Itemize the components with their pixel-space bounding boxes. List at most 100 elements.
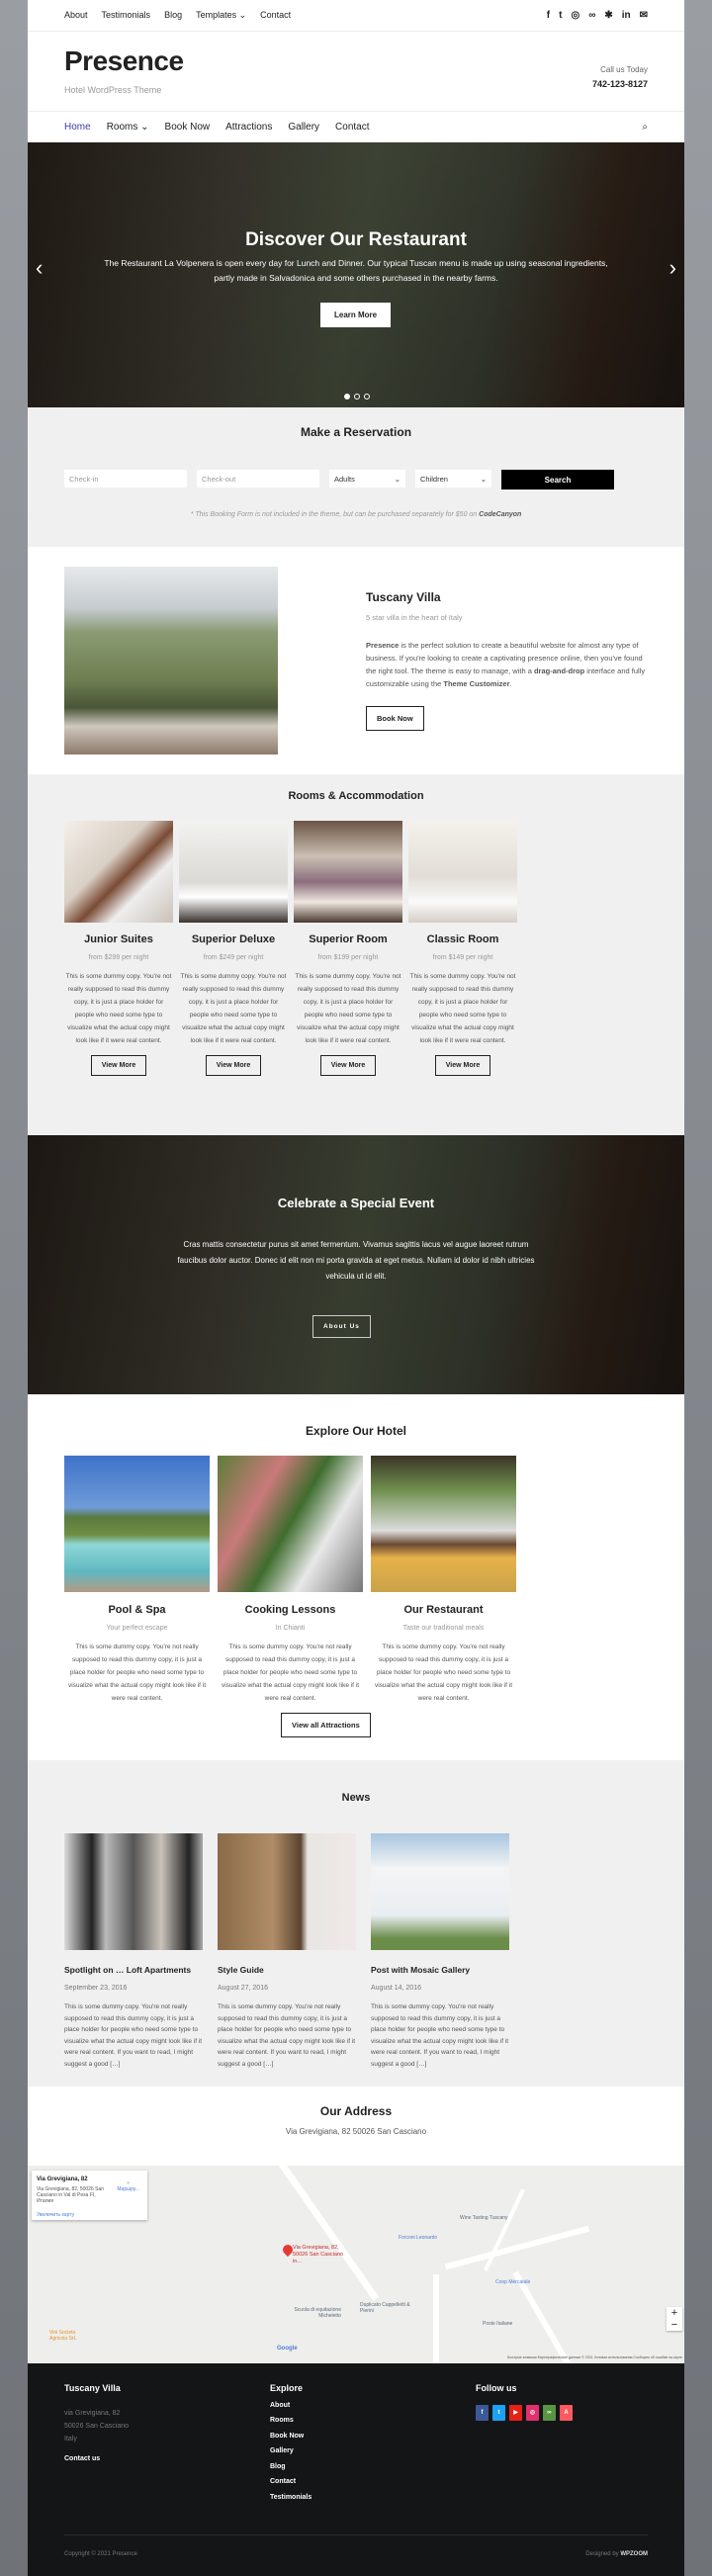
room-image[interactable] [294, 821, 402, 923]
news-image[interactable] [371, 1833, 509, 1950]
footer-link-about[interactable]: About [270, 2402, 312, 2409]
poi[interactable]: Coop Mercatale [495, 2279, 530, 2285]
slide-dot[interactable] [354, 394, 360, 400]
topbar-link-about[interactable]: About [64, 10, 88, 20]
room-description: This is some dummy copy. You're not real… [180, 973, 287, 1044]
contact-us-link[interactable]: Contact us [64, 2455, 129, 2462]
search-button[interactable]: Search [501, 470, 614, 489]
room-image[interactable] [179, 821, 288, 923]
adults-select[interactable]: Adults ⌄ [329, 470, 405, 488]
twitter-icon[interactable]: t [559, 10, 562, 21]
news-section: News Spotlight on … Loft Apartments Septe… [28, 1760, 684, 2087]
footer-link-blog[interactable]: Blog [270, 2463, 312, 2470]
children-select[interactable]: Children ⌄ [415, 470, 491, 488]
footer-link-contact[interactable]: Contact [270, 2478, 312, 2485]
topbar-link-blog[interactable]: Blog [164, 10, 182, 20]
slide-dot[interactable] [364, 394, 370, 400]
news-title[interactable]: Spotlight on … Loft Apartments [64, 1965, 203, 1975]
news-image[interactable] [64, 1833, 203, 1950]
attraction-name[interactable]: Cooking Lessons [218, 1604, 363, 1616]
next-arrow-icon[interactable]: › [669, 255, 676, 281]
poi[interactable]: Poste Italiane [483, 2321, 512, 2327]
nav-item-attractions[interactable]: Attractions [225, 122, 272, 133]
news-title[interactable]: Post with Mosaic Gallery [371, 1965, 509, 1975]
nav-item-book-now[interactable]: Book Now [165, 122, 211, 133]
checkout-input[interactable]: Check-out [197, 470, 319, 488]
attraction-description: This is some dummy copy. You're not real… [67, 1643, 207, 1702]
nav-item-contact[interactable]: Contact [335, 122, 369, 133]
book-now-button[interactable]: Book Now [366, 706, 424, 731]
attraction-name[interactable]: Our Restaurant [371, 1604, 516, 1616]
search-icon[interactable]: ⌕ [642, 122, 648, 133]
villa-text: Presence is the perfect solution to crea… [366, 639, 648, 690]
about-us-button[interactable]: About Us [312, 1315, 371, 1338]
children-value: Children [420, 474, 448, 484]
footer-link-book-now[interactable]: Book Now [270, 2433, 312, 2440]
zoom-in-icon[interactable]: + [667, 2307, 682, 2319]
instagram-icon[interactable]: ◎ [526, 2405, 539, 2421]
view-more-button[interactable]: View More [319, 1055, 377, 1076]
view-more-button[interactable]: View More [90, 1055, 147, 1076]
twitter-icon[interactable]: t [492, 2405, 505, 2421]
poi[interactable]: Vini Societa Agricola SrL [49, 2330, 89, 2342]
email-icon[interactable]: ✉ [640, 10, 648, 21]
attraction-name[interactable]: Pool & Spa [64, 1604, 210, 1616]
tripadvisor-icon[interactable]: ∞ [588, 10, 595, 21]
map[interactable]: Via Grevigiana, 82 Via Grevigiana, 82, 5… [28, 2166, 684, 2363]
view-more-button[interactable]: View More [434, 1055, 491, 1076]
zoom-out-icon[interactable]: − [667, 2319, 682, 2331]
yelp-icon[interactable]: ✱ [604, 10, 612, 21]
facebook-icon[interactable]: f [476, 2405, 489, 2421]
poi[interactable]: Scuola di equitazione Micheletto [287, 2307, 341, 2319]
attraction-image[interactable] [218, 1456, 363, 1592]
footer: Tuscany Villa via Grevigiana, 82 50026 Sa… [28, 2363, 684, 2576]
view-more-button[interactable]: View More [205, 1055, 262, 1076]
designer-link[interactable]: WPZOOM [620, 2551, 648, 2557]
nav-item-rooms[interactable]: Rooms ⌄ [107, 122, 149, 133]
room-name[interactable]: Superior Deluxe [179, 933, 288, 945]
footer-link-rooms[interactable]: Rooms [270, 2417, 312, 2424]
nav-item-home[interactable]: Home [64, 122, 91, 133]
prev-arrow-icon[interactable]: ‹ [36, 255, 43, 281]
attraction-image[interactable] [64, 1456, 210, 1592]
airbnb-icon[interactable]: A [560, 2405, 573, 2421]
topbar-link-testimonials[interactable]: Testimonials [102, 10, 151, 20]
room-name[interactable]: Junior Suites [64, 933, 173, 945]
adults-value: Adults [334, 474, 355, 484]
t: . [509, 679, 512, 688]
linkedin-icon[interactable]: in [622, 10, 631, 21]
instagram-icon[interactable]: ◎ [571, 10, 579, 21]
section-title: Make a Reservation [300, 425, 412, 439]
copyright: Copyright © 2021 Presence [64, 2551, 137, 2557]
footer-link-gallery[interactable]: Gallery [270, 2447, 312, 2454]
checkin-input[interactable]: Check-in [64, 470, 187, 488]
room-name[interactable]: Classic Room [408, 933, 517, 945]
chevron-down-icon: ⌄ [394, 474, 400, 484]
tripadvisor-icon[interactable]: ∞ [543, 2405, 556, 2421]
facebook-icon[interactable]: f [547, 10, 550, 21]
enlarge-map-link[interactable]: Увеличить карту [37, 2212, 142, 2218]
footer-link-testimonials[interactable]: Testimonials [270, 2494, 312, 2501]
poi[interactable]: Wine Tasting Tuscany [460, 2215, 508, 2221]
learn-more-button[interactable]: Learn More [320, 303, 392, 327]
directions-button[interactable]: ⑂ Маршру... [117, 2180, 139, 2192]
divider [64, 2534, 648, 2535]
poi[interactable]: Forconi Leonardo [399, 2235, 437, 2241]
address-line: 50026 San Casciano [64, 2423, 129, 2430]
topbar-link-contact[interactable]: Contact [260, 10, 291, 20]
nav-item-gallery[interactable]: Gallery [288, 122, 319, 133]
slide-dot[interactable] [344, 394, 350, 400]
room-image[interactable] [408, 821, 517, 923]
phone[interactable]: 742-123-8127 [592, 79, 648, 89]
site-logo[interactable]: Presence [64, 45, 184, 77]
news-image[interactable] [218, 1833, 356, 1950]
poi[interactable]: Duplicato Cappelletti & Pierini [360, 2302, 414, 2314]
attraction-image[interactable] [371, 1456, 516, 1592]
topbar-link-templates[interactable]: Templates ⌄ [196, 10, 246, 20]
news-title[interactable]: Style Guide [218, 1965, 356, 1975]
room-image[interactable] [64, 821, 173, 923]
view-all-attractions-button[interactable]: View all Attractions [281, 1713, 371, 1737]
youtube-icon[interactable]: ▶ [509, 2405, 522, 2421]
codecanyon-link[interactable]: CodeCanyon [479, 511, 521, 518]
room-name[interactable]: Superior Room [294, 933, 402, 945]
